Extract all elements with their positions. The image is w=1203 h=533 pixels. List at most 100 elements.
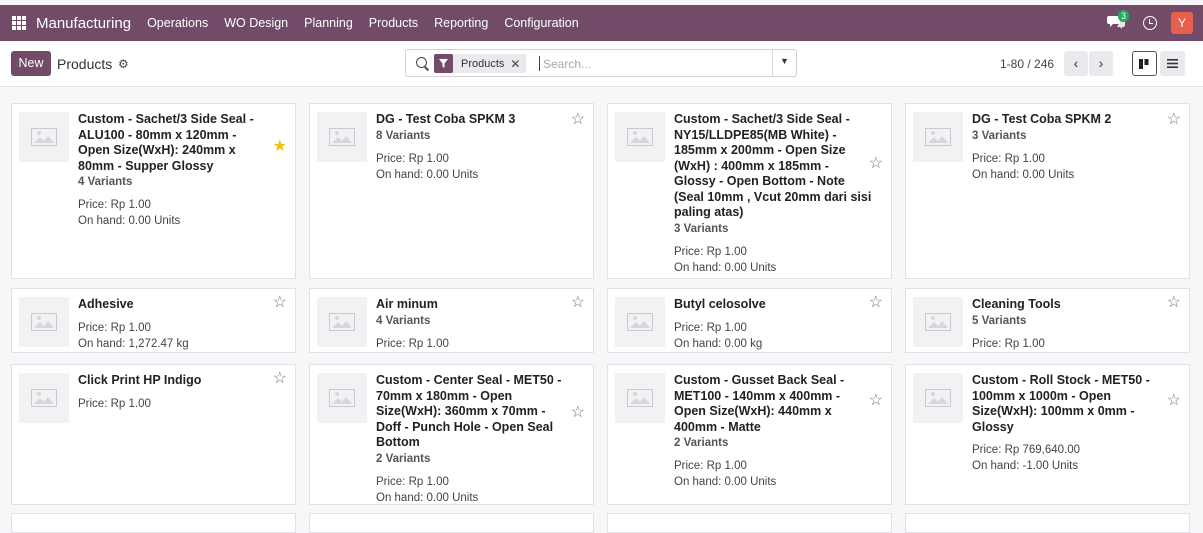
image-placeholder-icon bbox=[19, 297, 69, 347]
control-panel: New Products ⚙ Products ✕ ▼ 1-80 / 246 ‹… bbox=[0, 41, 1203, 87]
product-variants: 4 Variants bbox=[376, 314, 431, 327]
product-card[interactable]: Adhesive Price: Rp 1.00 On hand: 1,272.47 … bbox=[11, 288, 296, 353]
new-button[interactable]: New bbox=[11, 51, 51, 76]
close-icon[interactable]: ✕ bbox=[510, 57, 526, 71]
product-card-body: Cleaning Tools 5 Variants Price: Rp 1.00 bbox=[972, 297, 1162, 352]
menu-operations[interactable]: Operations bbox=[147, 16, 208, 30]
star-icon[interactable]: ★ bbox=[273, 139, 287, 155]
product-name[interactable]: Custom - Center Seal - MET50 - 70mm x 18… bbox=[376, 373, 566, 451]
product-price: Price: Rp 1.00 bbox=[972, 152, 1045, 165]
product-price: Price: Rp 1.00 bbox=[376, 152, 449, 165]
chat-icon[interactable]: 3 bbox=[1107, 10, 1130, 31]
star-icon[interactable]: ☆ bbox=[869, 393, 883, 409]
product-card-body: DG - Test Coba SPKM 38 Variants Price: Rp… bbox=[376, 112, 566, 183]
search-bar[interactable]: Products ✕ ▼ bbox=[405, 49, 797, 77]
menu-products[interactable]: Products bbox=[369, 16, 418, 30]
product-variants: 4 Variants bbox=[78, 176, 133, 188]
star-icon[interactable]: ☆ bbox=[869, 156, 883, 172]
star-icon[interactable]: ☆ bbox=[571, 295, 585, 311]
filter-facet[interactable]: Products ✕ bbox=[434, 54, 527, 73]
product-card-body: Custom - Sachet/3 Side Seal - NY15/LLDPE… bbox=[674, 112, 872, 276]
product-variants: 3 Variants bbox=[674, 222, 729, 235]
star-icon[interactable]: ☆ bbox=[273, 371, 287, 387]
filter-facet-label: Products bbox=[461, 57, 505, 70]
product-card[interactable]: Air minum 4 Variants Price: Rp 1.00 ☆ bbox=[309, 288, 594, 353]
filter-icon bbox=[434, 54, 453, 73]
kanban-view-icon bbox=[1139, 58, 1149, 69]
gear-icon[interactable]: ⚙ bbox=[118, 57, 129, 71]
product-name[interactable]: Air minum bbox=[376, 297, 566, 313]
star-icon[interactable]: ☆ bbox=[571, 112, 585, 128]
product-name[interactable]: Custom - Sachet/3 Side Seal - NY15/LLDPE… bbox=[674, 112, 872, 221]
list-view-button[interactable] bbox=[1160, 51, 1185, 76]
product-name[interactable]: Click Print HP Indigo bbox=[78, 373, 268, 389]
product-card-body: Custom - Gusset Back Seal - MET100 - 140… bbox=[674, 373, 872, 490]
star-icon[interactable]: ☆ bbox=[1167, 295, 1181, 311]
chevron-down-icon[interactable]: ▼ bbox=[780, 56, 789, 66]
star-icon[interactable]: ☆ bbox=[1167, 393, 1181, 409]
search-input[interactable] bbox=[539, 56, 759, 71]
product-name[interactable]: Adhesive bbox=[78, 297, 268, 313]
star-icon[interactable]: ☆ bbox=[571, 405, 585, 421]
product-card[interactable]: Cleaning Tools 5 Variants Price: Rp 1.00 ☆ bbox=[905, 288, 1190, 353]
search-icon[interactable] bbox=[416, 57, 427, 68]
product-name[interactable]: Custom - Gusset Back Seal - MET100 - 140… bbox=[674, 373, 872, 435]
product-card[interactable]: DG - Test Coba SPKM 38 Variants Price: Rp… bbox=[309, 103, 594, 279]
product-name[interactable]: Cleaning Tools bbox=[972, 297, 1162, 313]
product-on-hand: On hand: 0.00 Units bbox=[674, 261, 777, 274]
product-on-hand: On hand: 0.00 Units bbox=[376, 491, 479, 504]
apps-grid-icon[interactable] bbox=[12, 16, 26, 30]
product-card[interactable] bbox=[309, 513, 594, 533]
product-card[interactable] bbox=[905, 513, 1190, 533]
image-placeholder-icon bbox=[317, 297, 367, 347]
product-name[interactable]: Custom - Sachet/3 Side Seal - ALU100 - 8… bbox=[78, 112, 268, 174]
product-price: Price: Rp 1.00 bbox=[78, 321, 151, 334]
menu-planning[interactable]: Planning bbox=[304, 16, 353, 30]
menu-reporting[interactable]: Reporting bbox=[434, 16, 488, 30]
product-card[interactable]: Custom - Sachet/3 Side Seal - NY15/LLDPE… bbox=[607, 103, 892, 279]
star-icon[interactable]: ☆ bbox=[1167, 112, 1181, 128]
product-name[interactable]: DG - Test Coba SPKM 3 bbox=[376, 112, 566, 128]
product-price: Price: Rp 1.00 bbox=[674, 245, 747, 258]
product-price: Price: Rp 1.00 bbox=[78, 199, 151, 211]
product-on-hand: On hand: 0.00 Units bbox=[376, 168, 479, 181]
product-card[interactable]: DG - Test Coba SPKM 23 Variants Price: Rp… bbox=[905, 103, 1190, 279]
product-card[interactable]: Custom - Roll Stock - MET50 - 100mm x 10… bbox=[905, 364, 1190, 505]
product-variants: 2 Variants bbox=[674, 437, 729, 449]
pager-value[interactable]: 1-80 / 246 bbox=[1000, 57, 1054, 71]
search-divider bbox=[772, 50, 773, 76]
app-name[interactable]: Manufacturing bbox=[36, 15, 131, 32]
product-name[interactable]: DG - Test Coba SPKM 2 bbox=[972, 112, 1162, 128]
page-title: Products bbox=[57, 56, 113, 72]
chat-badge: 3 bbox=[1118, 10, 1130, 22]
clock-icon[interactable] bbox=[1143, 16, 1157, 30]
star-icon[interactable]: ☆ bbox=[273, 295, 287, 311]
product-card[interactable]: Click Print HP Indigo Price: Rp 1.00 ☆ bbox=[11, 364, 296, 505]
image-placeholder-icon bbox=[615, 373, 665, 423]
avatar[interactable]: Y bbox=[1171, 12, 1193, 34]
menu-wo-design[interactable]: WO Design bbox=[224, 16, 288, 30]
product-card[interactable] bbox=[607, 513, 892, 533]
product-card[interactable]: Butyl celosolve Price: Rp 1.00 On hand: 0.… bbox=[607, 288, 892, 353]
product-card-body: Air minum 4 Variants Price: Rp 1.00 bbox=[376, 297, 566, 352]
product-on-hand: On hand: 0.00 Units bbox=[674, 476, 777, 488]
pager-previous-button[interactable]: ‹ bbox=[1064, 51, 1088, 76]
product-variants: 3 Variants bbox=[972, 129, 1027, 142]
pager-next-button[interactable]: › bbox=[1089, 51, 1113, 76]
product-variants: 5 Variants bbox=[972, 314, 1027, 327]
product-price: Price: Rp 1.00 bbox=[376, 475, 449, 488]
product-card[interactable]: Custom - Gusset Back Seal - MET100 - 140… bbox=[607, 364, 892, 505]
product-card[interactable] bbox=[11, 513, 296, 533]
product-name[interactable]: Custom - Roll Stock - MET50 - 100mm x 10… bbox=[972, 373, 1162, 435]
menu-configuration[interactable]: Configuration bbox=[504, 16, 578, 30]
product-card-body: Custom - Sachet/3 Side Seal - ALU100 - 8… bbox=[78, 112, 268, 229]
product-variants: 2 Variants bbox=[376, 452, 431, 465]
product-card[interactable]: Custom - Sachet/3 Side Seal - ALU100 - 8… bbox=[11, 103, 296, 279]
star-icon[interactable]: ☆ bbox=[869, 295, 883, 311]
product-on-hand: On hand: 0.00 Units bbox=[972, 168, 1075, 181]
product-card[interactable]: Custom - Center Seal - MET50 - 70mm x 18… bbox=[309, 364, 594, 505]
image-placeholder-icon bbox=[913, 373, 963, 423]
product-name[interactable]: Butyl celosolve bbox=[674, 297, 872, 313]
kanban-view-button[interactable] bbox=[1132, 51, 1157, 76]
product-card-body: Adhesive Price: Rp 1.00 On hand: 1,272.47 … bbox=[78, 297, 268, 352]
